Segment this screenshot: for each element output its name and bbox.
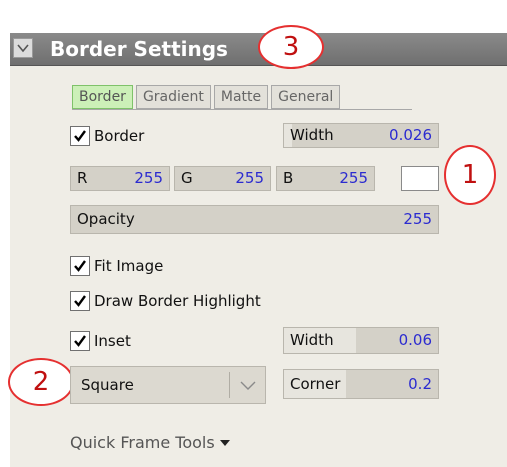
callout-1: 1: [444, 145, 496, 205]
callout-2: 2: [8, 358, 74, 406]
tab-border[interactable]: Border: [72, 85, 133, 109]
tab-gradient[interactable]: Gradient: [135, 85, 211, 109]
green-label: G: [181, 169, 193, 187]
green-field[interactable]: G 255: [174, 166, 271, 191]
opacity-field[interactable]: Opacity 255: [70, 205, 439, 234]
red-field[interactable]: R 255: [70, 166, 170, 191]
inset-width-field[interactable]: Width 0.06: [283, 327, 439, 354]
border-checkbox-label: Border: [94, 127, 145, 145]
blue-value: 255: [339, 169, 368, 187]
checkmark-icon: [74, 295, 86, 307]
checkmark-icon: [74, 260, 86, 272]
tab-bar: Border Gradient Matte General: [72, 85, 343, 109]
quick-frame-tools-label: Quick Frame Tools: [70, 433, 215, 452]
callout-3: 3: [258, 25, 324, 69]
green-value: 255: [235, 169, 264, 187]
inset-width-value: 0.06: [398, 331, 432, 349]
checkmark-icon: [74, 130, 86, 142]
blue-label: B: [283, 169, 294, 187]
border-width-value: 0.026: [389, 126, 432, 144]
fit-image-checkbox[interactable]: [70, 256, 90, 276]
checkmark-icon: [74, 335, 86, 347]
dropdown-separator: [229, 372, 230, 398]
inset-width-label: Width: [290, 331, 334, 349]
border-width-field[interactable]: Width 0.026: [283, 123, 439, 148]
border-checkbox-row[interactable]: Border: [70, 125, 144, 147]
draw-highlight-checkbox[interactable]: [70, 291, 90, 311]
draw-highlight-row[interactable]: Draw Border Highlight: [70, 290, 261, 312]
quick-frame-tools-menu[interactable]: Quick Frame Tools: [70, 432, 231, 454]
border-width-label: Width: [290, 126, 334, 144]
shape-dropdown[interactable]: Square: [70, 366, 266, 404]
shape-dropdown-value: Square: [81, 376, 134, 394]
opacity-value: 255: [403, 210, 432, 228]
red-label: R: [77, 169, 88, 187]
corner-value: 0.2: [408, 375, 432, 393]
panel-title: Border Settings: [50, 37, 228, 61]
chevron-down-icon[interactable]: [239, 379, 257, 393]
tab-matte[interactable]: Matte: [213, 85, 269, 109]
fit-image-row[interactable]: Fit Image: [70, 255, 163, 277]
blue-field[interactable]: B 255: [276, 166, 375, 191]
chevron-down-icon: [17, 44, 29, 53]
opacity-label: Opacity: [77, 210, 135, 228]
caret-down-icon: [219, 440, 230, 446]
draw-highlight-label: Draw Border Highlight: [94, 292, 261, 310]
corner-label: Corner: [290, 375, 341, 393]
inset-label: Inset: [94, 332, 131, 350]
tab-divider: [72, 109, 412, 110]
tab-general[interactable]: General: [271, 85, 341, 109]
color-swatch[interactable]: [401, 166, 439, 191]
red-value: 255: [134, 169, 163, 187]
corner-field[interactable]: Corner 0.2: [283, 369, 439, 399]
screenshot-root: Border Settings 3 Border Gradient Matte …: [0, 0, 507, 467]
collapse-button[interactable]: [13, 38, 33, 58]
border-checkbox[interactable]: [70, 126, 90, 146]
inset-checkbox[interactable]: [70, 331, 90, 351]
fit-image-label: Fit Image: [94, 257, 164, 275]
inset-row[interactable]: Inset: [70, 330, 131, 352]
